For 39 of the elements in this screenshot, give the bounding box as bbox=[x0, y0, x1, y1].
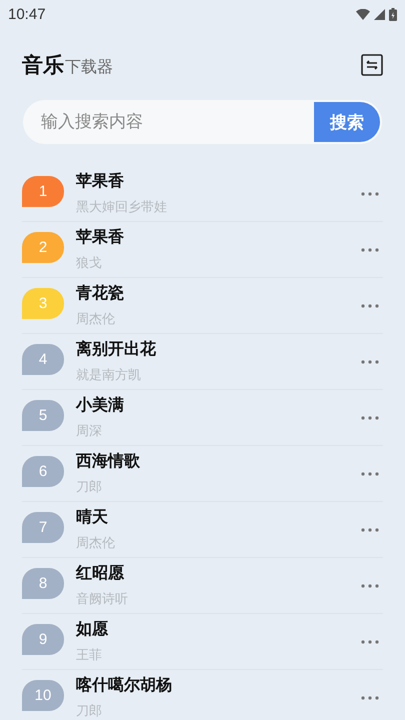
search-button[interactable]: 搜索 bbox=[314, 102, 380, 142]
song-title: 苹果香 bbox=[76, 171, 125, 192]
rank-badge: 8 bbox=[22, 568, 64, 599]
song-title: 西海情歌 bbox=[76, 451, 141, 472]
status-time: 10:47 bbox=[8, 6, 46, 22]
song-title: 苹果香 bbox=[76, 227, 125, 248]
song-title: 红昭愿 bbox=[76, 563, 125, 584]
more-icon[interactable] bbox=[361, 360, 379, 364]
more-icon[interactable] bbox=[361, 640, 379, 644]
song-title: 喀什噶尔胡杨 bbox=[76, 675, 173, 696]
rank-badge: 3 bbox=[22, 288, 64, 319]
song-title: 晴天 bbox=[76, 507, 109, 528]
more-icon[interactable] bbox=[361, 696, 379, 700]
rank-badge: 1 bbox=[22, 176, 64, 207]
wifi-icon bbox=[356, 8, 370, 20]
more-icon[interactable] bbox=[361, 416, 379, 420]
more-icon[interactable] bbox=[361, 528, 379, 532]
song-title: 如愿 bbox=[76, 619, 109, 640]
rank-badge: 10 bbox=[22, 680, 64, 711]
rank-badge: 5 bbox=[22, 400, 64, 431]
search-field[interactable]: 输入搜索内容 搜索 bbox=[23, 100, 382, 144]
more-icon[interactable] bbox=[361, 584, 379, 588]
app-title: 音乐 bbox=[22, 52, 64, 79]
swap-icon[interactable] bbox=[361, 54, 383, 76]
app-subtitle: 下载器 bbox=[65, 57, 113, 78]
rank-badge: 2 bbox=[22, 232, 64, 263]
rank-badge: 6 bbox=[22, 456, 64, 487]
rank-badge: 9 bbox=[22, 624, 64, 655]
more-icon[interactable] bbox=[361, 304, 379, 308]
more-icon[interactable] bbox=[361, 472, 379, 476]
song-title: 青花瓷 bbox=[76, 283, 125, 304]
song-title: 小美满 bbox=[76, 395, 125, 416]
more-icon[interactable] bbox=[361, 192, 379, 196]
more-icon[interactable] bbox=[361, 248, 379, 252]
rank-badge: 4 bbox=[22, 344, 64, 375]
song-title: 离别开出花 bbox=[76, 339, 157, 360]
battery-icon bbox=[389, 8, 397, 20]
rank-badge: 7 bbox=[22, 512, 64, 543]
signal-icon bbox=[374, 8, 385, 20]
